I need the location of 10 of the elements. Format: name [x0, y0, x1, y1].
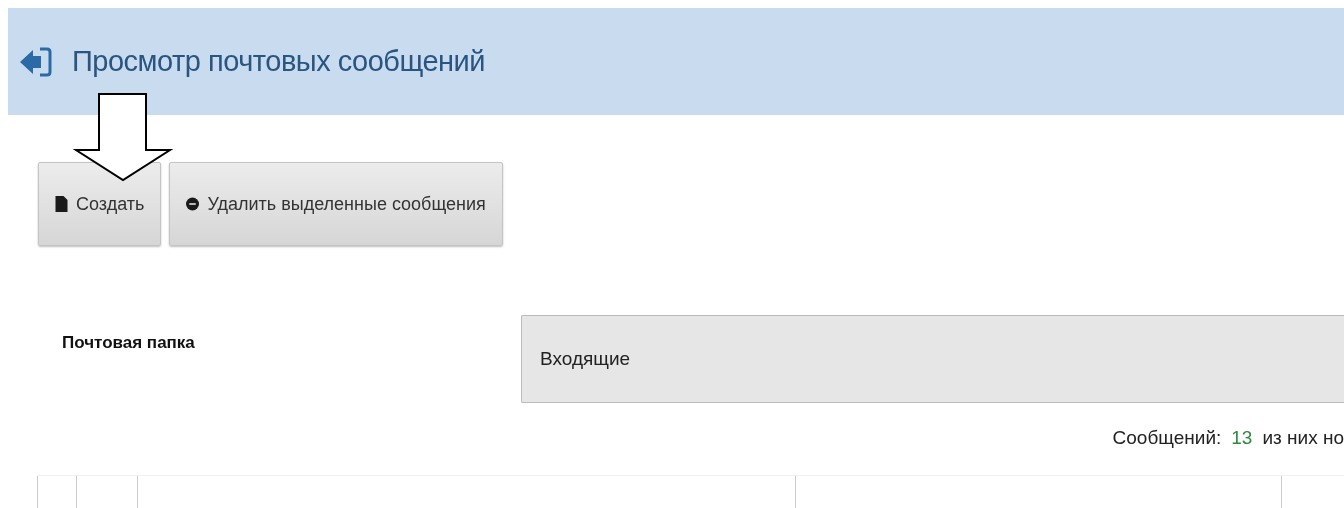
folder-label: Почтовая папка: [62, 333, 196, 353]
delete-button[interactable]: Удалить выделенные сообщения: [169, 162, 503, 246]
create-button[interactable]: Создать: [38, 162, 162, 246]
folder-select[interactable]: Входящие: [521, 315, 1344, 403]
messages-count: 13: [1231, 427, 1253, 449]
page-title: Просмотр почтовых сообщений: [72, 45, 485, 78]
new-messages-label: из них но: [1262, 427, 1344, 449]
document-icon: [55, 196, 68, 212]
messages-label: Сообщений:: [1112, 427, 1222, 449]
minus-circle-icon: [186, 196, 200, 212]
